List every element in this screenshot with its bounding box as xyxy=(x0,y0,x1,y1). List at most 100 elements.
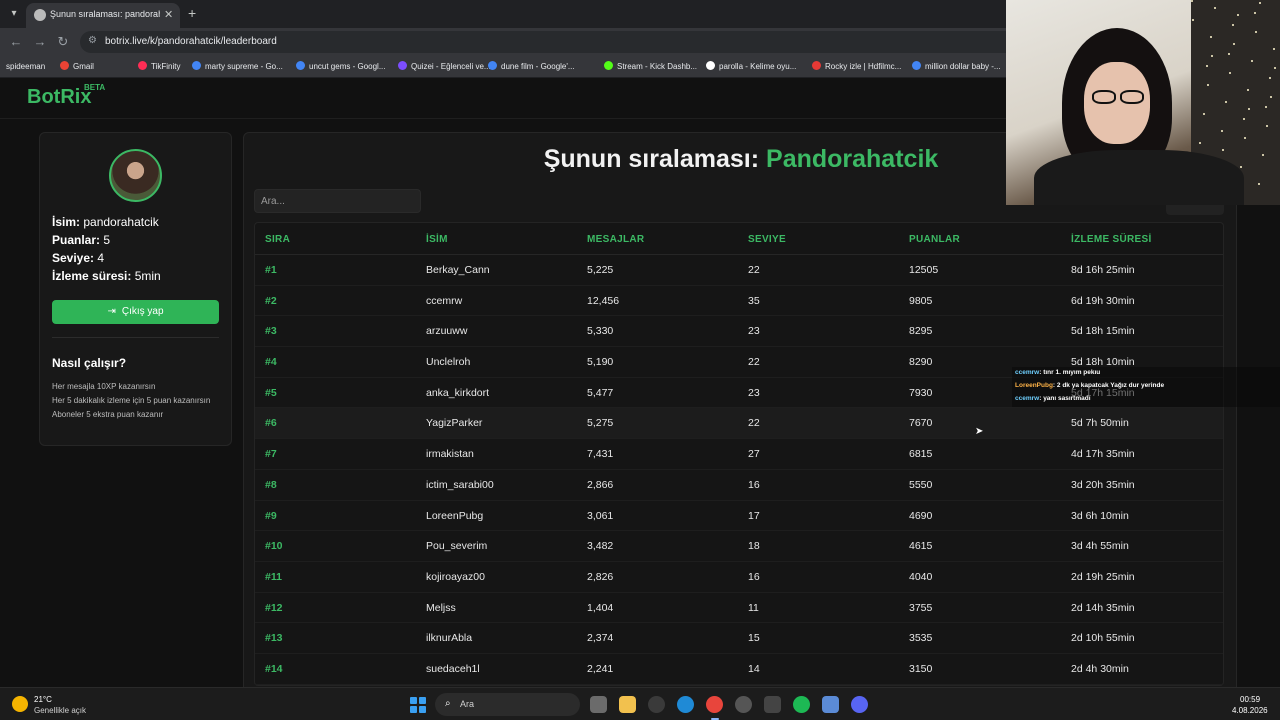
col-watch-time-header[interactable]: İZLEME SÜRESİ xyxy=(1071,234,1152,245)
bookmark-item[interactable]: dune film - Google'... xyxy=(488,60,575,74)
forward-arrow-icon[interactable]: → xyxy=(32,34,48,50)
table-row[interactable]: #12 Meljss 1,404 11 3755 2d 14h 35min xyxy=(255,593,1223,624)
bookmark-label: parolla - Kelime oyu... xyxy=(719,62,797,71)
chat-message: ccemrw: tınr 1. mıyım pekıu xyxy=(1015,369,1100,376)
how-line: Her 5 dakikalık izleme için 5 puan kazan… xyxy=(52,396,211,405)
browser-tab-active[interactable]: Şunun sıralaması: pandorahatcik ✕ xyxy=(26,3,180,28)
col-name-cell[interactable]: YagizParker xyxy=(426,417,482,429)
chat-text: : tınr 1. mıyım pekıu xyxy=(1039,369,1101,376)
light-dot xyxy=(1269,77,1271,79)
new-tab-plus-icon[interactable]: + xyxy=(188,5,196,21)
col-points-cell: 12505 xyxy=(909,264,939,276)
col-level-cell: 18 xyxy=(748,540,760,553)
light-dot xyxy=(1273,48,1275,50)
windows-taskbar: 21°C Genellikle açık ⌕ Ara 00:59 4.08.20… xyxy=(0,687,1280,720)
chatgpt-icon[interactable] xyxy=(648,696,665,713)
chat-message: ccemrw: yanı sasırtmadı xyxy=(1015,395,1091,402)
light-dot xyxy=(1192,19,1194,21)
col-name-cell[interactable]: irmakistan xyxy=(426,448,474,460)
chrome-icon[interactable] xyxy=(706,696,723,713)
back-arrow-icon[interactable]: ← xyxy=(8,34,24,50)
table-row[interactable]: #10 Pou_severim 3,482 18 4615 3d 4h 55min xyxy=(255,531,1223,562)
site-info-icon[interactable]: ⚙ xyxy=(88,35,97,46)
col-rank-cell: #5 xyxy=(265,386,277,399)
col-messages-cell: 5,330 xyxy=(587,325,614,338)
table-row[interactable]: #7 irmakistan 7,431 27 6815 4d 17h 35min xyxy=(255,439,1223,470)
light-dot xyxy=(1210,36,1212,38)
table-row[interactable]: #11 kojiroayaz00 2,826 16 4040 2d 19h 25min xyxy=(255,562,1223,593)
tab-close-icon[interactable]: ✕ xyxy=(164,8,173,21)
brand-logo[interactable]: BotRix xyxy=(27,86,91,109)
address-bar[interactable]: ⚙ botrix.live/k/pandorahatcik/leaderboar… xyxy=(80,31,1040,53)
col-name-cell[interactable]: LoreenPubg xyxy=(426,510,483,522)
bookmark-item[interactable]: parolla - Kelime oyu... xyxy=(706,60,796,74)
task-view-icon[interactable] xyxy=(590,696,607,713)
col-points-cell: 6815 xyxy=(909,448,933,461)
col-name-header[interactable]: İSİM xyxy=(426,234,448,245)
weather-sun-icon[interactable] xyxy=(12,696,28,712)
col-rank-header[interactable]: SIRA xyxy=(265,234,290,245)
bookmark-item[interactable]: Quizei - Eğlenceli ve... xyxy=(398,60,491,74)
col-name-cell[interactable]: ilknurAbla xyxy=(426,632,472,644)
table-row[interactable]: #6 YagizParker 5,275 22 7670 5d 7h 50min xyxy=(255,408,1223,440)
app-icon[interactable] xyxy=(764,696,781,713)
col-messages-cell: 2,374 xyxy=(587,632,614,645)
light-dot xyxy=(1232,24,1234,26)
col-name-cell[interactable]: Pou_severim xyxy=(426,540,487,552)
col-level-header[interactable]: SEVIYE xyxy=(748,234,786,245)
col-points-cell: 5550 xyxy=(909,478,933,491)
col-name-cell[interactable]: arzuuww xyxy=(426,325,467,337)
col-messages-cell: 1,404 xyxy=(587,601,614,614)
taskbar-search-label: Ara xyxy=(460,699,475,709)
col-name-cell[interactable]: Berkay_Cann xyxy=(426,264,490,276)
discord-icon[interactable] xyxy=(851,696,868,713)
bookmark-favicon-icon xyxy=(604,61,613,70)
logout-button[interactable]: ⇥ Çıkış yap xyxy=(52,300,219,324)
bookmark-item[interactable]: Gmail xyxy=(60,60,94,74)
how-line: Her mesajla 10XP kazanırsın xyxy=(52,382,156,391)
bookmark-item[interactable]: Stream - Kick Dashb... xyxy=(604,60,697,74)
col-level-cell: 22 xyxy=(748,356,760,369)
bookmark-item[interactable]: marty supreme - Go... xyxy=(192,60,283,74)
table-row[interactable]: #9 LoreenPubg 3,061 17 4690 3d 6h 10min xyxy=(255,501,1223,532)
bookmark-item[interactable]: million dollar baby -... xyxy=(912,60,1001,74)
col-points-cell: 7930 xyxy=(909,386,933,399)
bookmark-item[interactable]: Rocky izle | Hdfilmc... xyxy=(812,60,901,74)
table-row[interactable]: #14 suedaceh1l 2,241 14 3150 2d 4h 30min xyxy=(255,654,1223,685)
col-messages-header[interactable]: MESAJLAR xyxy=(587,234,644,245)
bookmark-item[interactable]: spideeman xyxy=(6,60,45,74)
col-watch-time-cell: 3d 20h 35min xyxy=(1071,478,1135,491)
table-row[interactable]: #3 arzuuww 5,330 23 8295 5d 18h 15min xyxy=(255,316,1223,348)
windows-start-icon[interactable] xyxy=(410,697,426,713)
reload-icon[interactable]: ↻ xyxy=(55,34,71,50)
tab-favicon-icon xyxy=(34,9,46,21)
col-name-cell[interactable]: Meljss xyxy=(426,602,456,614)
col-level-cell: 15 xyxy=(748,632,760,645)
tab-search-chevron-icon[interactable]: ▾ xyxy=(6,6,22,22)
app-icon[interactable] xyxy=(822,696,839,713)
col-name-cell[interactable]: Unclelroh xyxy=(426,356,470,368)
search-input[interactable] xyxy=(254,189,421,213)
edge-icon[interactable] xyxy=(677,696,694,713)
col-name-cell[interactable]: ccemrw xyxy=(426,295,462,307)
obs-icon[interactable] xyxy=(735,696,752,713)
table-row[interactable]: #1 Berkay_Cann 5,225 22 12505 8d 16h 25min xyxy=(255,255,1223,286)
col-name-cell[interactable]: ictim_sarabi00 xyxy=(426,479,494,491)
table-row[interactable]: #13 ilknurAbla 2,374 15 3535 2d 10h 55min xyxy=(255,623,1223,654)
col-watch-time-cell: 6d 19h 30min xyxy=(1071,294,1135,307)
table-row[interactable]: #2 ccemrw 12,456 35 9805 6d 19h 30min xyxy=(255,286,1223,317)
light-dot xyxy=(1265,106,1267,108)
spotify-icon[interactable] xyxy=(793,696,810,713)
col-name-cell[interactable]: suedaceh1l xyxy=(426,663,480,675)
chat-text: : yanı sasırtmadı xyxy=(1039,395,1091,402)
col-name-cell[interactable]: anka_kirkdort xyxy=(426,387,489,399)
taskbar-search[interactable]: ⌕ Ara xyxy=(435,693,580,716)
col-watch-time-cell: 3d 4h 55min xyxy=(1071,540,1129,553)
col-name-cell[interactable]: kojiroayaz00 xyxy=(426,571,485,583)
file-explorer-icon[interactable] xyxy=(619,696,636,713)
how-line: Aboneler 5 ekstra puan kazanır xyxy=(52,410,164,419)
col-points-header[interactable]: PUANLAR xyxy=(909,234,960,245)
bookmark-item[interactable]: uncut gems - Googl... xyxy=(296,60,385,74)
table-row[interactable]: #8 ictim_sarabi00 2,866 16 5550 3d 20h 35min xyxy=(255,470,1223,501)
bookmark-item[interactable]: TikFinity xyxy=(138,60,180,74)
